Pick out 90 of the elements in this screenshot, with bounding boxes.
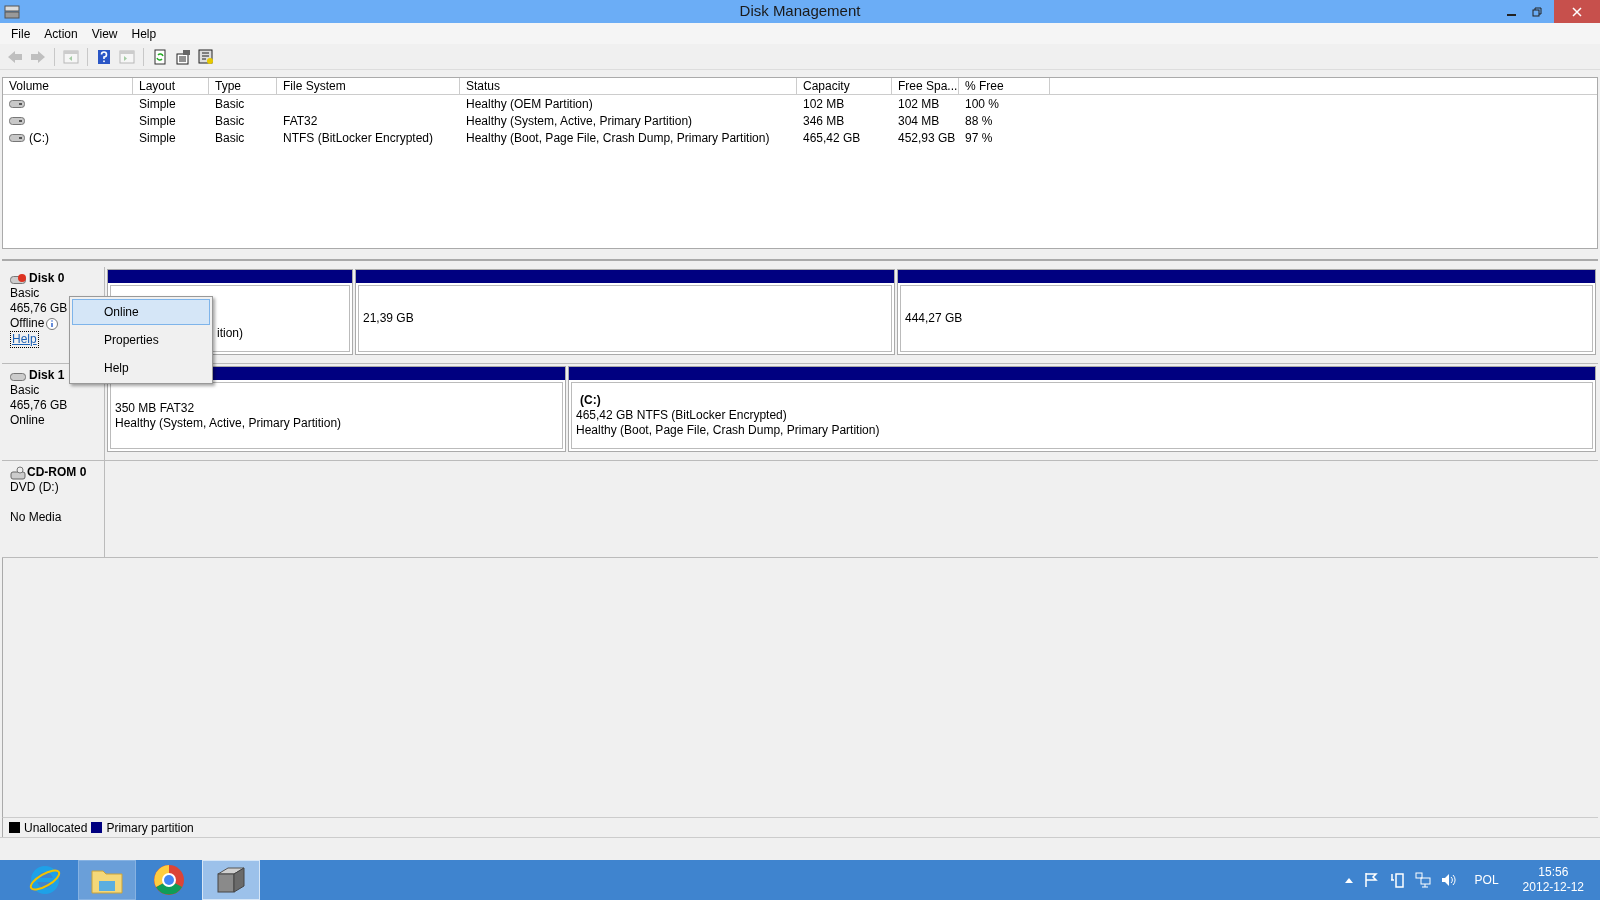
refresh-icon xyxy=(152,48,168,65)
table-cell-text: 304 MB xyxy=(898,112,940,130)
table-cell-text: Healthy (Boot, Page File, Crash Dump, Primary Partition) xyxy=(466,129,770,147)
partition-block[interactable]: (C:) 465,42 GB NTFS (BitLocker Encrypted) Healthy (Boot, Page File, Crash Dump, Primary Partition) xyxy=(568,366,1596,452)
disk-detail: Basic xyxy=(10,286,40,301)
disk-name: Disk 1 xyxy=(29,368,65,383)
legend-label: Primary partition xyxy=(106,819,194,837)
disk-detail: Basic xyxy=(10,383,40,398)
help-link[interactable]: Help xyxy=(10,331,39,348)
partition-block[interactable]: 21,39 GB xyxy=(355,269,895,355)
close-button[interactable] xyxy=(1554,0,1600,23)
network-icon xyxy=(1414,872,1431,888)
table-cell-text: 97 % xyxy=(965,129,993,147)
partition-detail: 350 MB FAT32 xyxy=(115,400,196,416)
menu-item[interactable]: Help xyxy=(124,24,164,43)
forward-arrow-icon xyxy=(30,48,46,65)
drive-icon xyxy=(9,115,25,126)
partition-detail: 21,39 GB xyxy=(363,311,415,326)
partition-detail: 465,42 GB NTFS (BitLocker Encrypted) xyxy=(576,408,788,423)
offline-drive-icon xyxy=(10,272,28,285)
column-header[interactable]: Capacity xyxy=(797,78,892,94)
drive-icon xyxy=(9,98,25,109)
speaker-icon xyxy=(1440,872,1457,888)
language-indicator[interactable]: POL xyxy=(1474,871,1499,889)
close-icon xyxy=(1572,6,1582,17)
chrome-icon xyxy=(153,864,185,896)
table-cell-text: 88 % xyxy=(965,112,993,130)
disk-drive-icon xyxy=(214,864,248,896)
column-header[interactable]: Layout xyxy=(133,78,209,94)
pane-icon xyxy=(119,48,135,65)
partition-detail: ition) xyxy=(217,326,244,341)
battery-icon xyxy=(1388,872,1405,888)
window-title: Disk Management xyxy=(738,1,862,22)
partition-block[interactable]: 444,27 GB xyxy=(897,269,1596,355)
table-cell-text: Basic xyxy=(215,95,245,113)
table-cell-text: FAT32 xyxy=(283,112,318,130)
column-header[interactable]: Status xyxy=(460,78,797,94)
disk-detail: 465,76 GB xyxy=(10,398,68,413)
table-cell-text: 465,42 GB xyxy=(803,129,861,147)
table-cell-text: 102 MB xyxy=(898,95,940,113)
info-icon xyxy=(46,317,59,330)
rescan-icon xyxy=(198,48,214,65)
back-arrow-icon xyxy=(7,48,23,65)
column-header[interactable]: File System xyxy=(277,78,460,94)
restore-icon xyxy=(1532,6,1542,17)
cd-drive-icon xyxy=(10,465,26,480)
table-cell-text: Basic xyxy=(215,129,245,147)
disk-detail: Offline xyxy=(10,316,45,331)
table-cell-text: Simple xyxy=(139,112,176,130)
caret-up-icon xyxy=(1344,877,1353,883)
minimize-icon xyxy=(1506,13,1516,16)
disk-name: CD-ROM 0 xyxy=(27,465,87,480)
menu-item[interactable]: View xyxy=(84,24,125,43)
table-cell-text: Simple xyxy=(139,95,176,113)
table-cell-text: 346 MB xyxy=(803,112,845,130)
table-cell-text: Basic xyxy=(215,112,245,130)
app-icon xyxy=(4,4,20,19)
menu-item[interactable]: Action xyxy=(37,24,85,43)
table-cell-text: Simple xyxy=(139,129,176,147)
disk-name: Disk 0 xyxy=(29,271,65,286)
table-cell-text: (C:) xyxy=(29,129,49,147)
clock-time[interactable]: 15:56 xyxy=(1538,865,1569,880)
browser-e-icon xyxy=(28,863,62,897)
partition-detail: Healthy (System, Active, Primary Partition) xyxy=(115,415,343,431)
partition-detail: Healthy (Boot, Page File, Crash Dump, Primary Partition) xyxy=(576,423,881,438)
disk-detail: 465,76 GB xyxy=(10,301,68,316)
table-cell-text: 452,93 GB xyxy=(898,129,956,147)
partition-detail: 444,27 GB xyxy=(905,311,964,326)
disk-detail: DVD (D:) xyxy=(10,480,59,495)
table-cell-text: Healthy (System, Active, Primary Partition) xyxy=(466,112,693,130)
legend-label: Unallocated xyxy=(24,819,88,837)
table-cell-text: Healthy (OEM Partition) xyxy=(466,95,593,113)
help-icon xyxy=(96,48,112,65)
table-cell-text: 100 % xyxy=(965,95,1000,113)
menu-item[interactable]: File xyxy=(4,24,38,43)
partition-label: (C:) xyxy=(579,393,602,408)
table-cell-text: 102 MB xyxy=(803,95,845,113)
pane-icon xyxy=(63,48,79,65)
flag-icon xyxy=(1362,872,1379,888)
context-menu-item[interactable]: Online xyxy=(72,299,210,325)
drive-icon xyxy=(9,132,25,143)
clock-date[interactable]: 2012-12-12 xyxy=(1522,880,1584,895)
column-header[interactable]: Volume xyxy=(3,78,133,94)
disk-detail: No Media xyxy=(10,510,62,525)
column-header[interactable]: Type xyxy=(209,78,277,94)
table-cell-text: NTFS (BitLocker Encrypted) xyxy=(283,129,434,147)
properties-icon xyxy=(175,48,191,65)
column-header[interactable]: Free Spa... xyxy=(892,78,959,94)
column-header[interactable]: % Free xyxy=(959,78,1050,94)
disk-detail: Online xyxy=(10,413,45,428)
